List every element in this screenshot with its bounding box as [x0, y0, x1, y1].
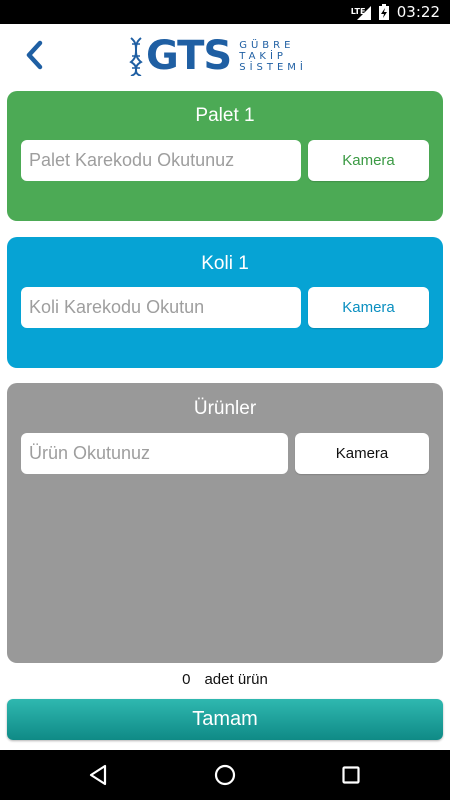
back-triangle-icon [89, 764, 107, 786]
battery-icon [378, 4, 389, 20]
status-bar: LTE 03:22 [0, 0, 450, 24]
status-icons: LTE 03:22 [351, 0, 440, 24]
koli-qr-input[interactable] [21, 287, 301, 328]
urunler-title: Ürünler [193, 398, 257, 419]
logo-sub-line: TAKİP [239, 50, 287, 62]
home-circle-icon [214, 764, 236, 786]
tamam-button[interactable]: Tamam [7, 699, 443, 740]
product-count-label: adet ürün [204, 671, 268, 688]
logo-subtitle: GÜBRE TAKİP SİSTEMİ [239, 40, 307, 73]
gts-logo: GTS GÜBRE TAKİP SİSTEMİ [128, 34, 307, 78]
urunler-panel: Ürünler Kamera [7, 383, 443, 663]
clock: 03:22 [396, 3, 440, 21]
palet-title: Palet 1 [195, 105, 255, 126]
back-button[interactable] [18, 38, 50, 72]
koli-panel: Koli 1 Kamera [7, 237, 443, 368]
logo-main-text: GTS [146, 33, 232, 79]
urun-input[interactable] [21, 433, 288, 474]
koli-title: Koli 1 [201, 253, 249, 274]
recents-square-icon [342, 766, 360, 784]
palet-camera-button[interactable]: Kamera [308, 140, 429, 181]
palet-panel: Palet 1 Kamera [7, 91, 443, 221]
chevron-left-icon [26, 40, 43, 70]
palet-qr-input[interactable] [21, 140, 301, 181]
product-count-value: 0 [182, 671, 191, 688]
urun-camera-button[interactable]: Kamera [295, 433, 429, 474]
app-header: GTS GÜBRE TAKİP SİSTEMİ [0, 24, 450, 86]
logo-sub-line: SİSTEMİ [239, 61, 307, 73]
product-count: 0 adet ürün [0, 671, 450, 688]
nav-recents-button[interactable] [321, 750, 381, 800]
nav-back-button[interactable] [68, 750, 128, 800]
nav-home-button[interactable] [195, 750, 255, 800]
koli-camera-button[interactable]: Kamera [308, 287, 429, 328]
signal-icon: LTE [351, 4, 371, 20]
logo-sub-line: GÜBRE [239, 39, 295, 51]
dna-icon [129, 37, 143, 76]
navigation-bar [0, 750, 450, 800]
